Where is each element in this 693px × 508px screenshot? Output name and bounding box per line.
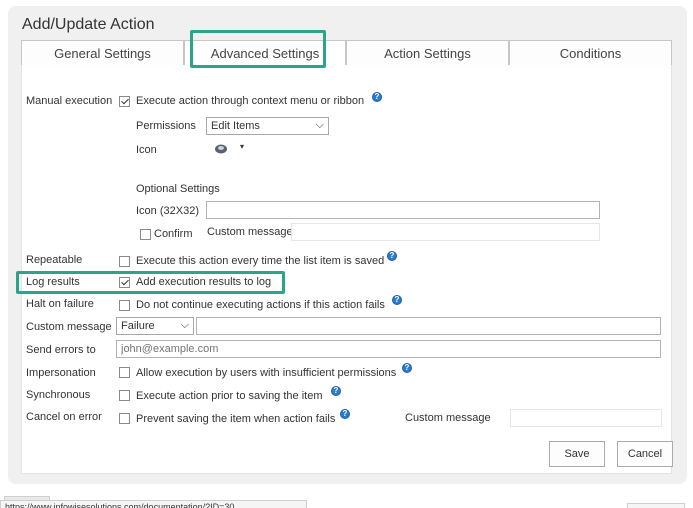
custom-message-label: Custom message (26, 321, 112, 333)
confirm-label: Confirm (154, 228, 193, 240)
add-update-action-dialog: Add/Update Action General Settings Advan… (8, 6, 687, 484)
icon-32-label: Icon (32X32) (136, 205, 199, 217)
tab-action-settings[interactable]: Action Settings (346, 40, 509, 66)
confirm-custom-message-label: Custom message (207, 226, 293, 238)
cancel-on-error-custom-message-label: Custom message (405, 412, 491, 424)
impersonation-label: Impersonation (26, 367, 96, 379)
synchronous-checkbox-label: Execute action prior to saving the item (136, 390, 323, 402)
icon-label: Icon (136, 144, 157, 156)
status-bar-right (627, 503, 685, 508)
halt-on-failure-help-icon[interactable]: ? (392, 295, 402, 305)
halt-on-failure-label: Halt on failure (26, 298, 94, 310)
tab-strip: General Settings Advanced Settings Actio… (21, 40, 672, 66)
advanced-settings-panel: Manual execution Execute action through … (21, 65, 673, 474)
cancel-on-error-custom-message-input[interactable] (510, 409, 662, 427)
send-errors-label: Send errors to (26, 344, 96, 356)
manual-execution-checkbox[interactable] (119, 96, 130, 107)
send-errors-input[interactable] (116, 340, 661, 358)
impersonation-checkbox[interactable] (119, 367, 130, 378)
repeatable-label: Repeatable (26, 254, 83, 266)
cancel-on-error-checkbox-label: Prevent saving the item when action fail… (136, 413, 336, 425)
permissions-value: Edit Items (211, 120, 260, 132)
custom-message-type-value: Failure (121, 320, 155, 332)
repeatable-checkbox-label: Execute this action every time the list … (136, 255, 385, 267)
custom-message-input[interactable] (196, 317, 661, 335)
chevron-down-icon: ⌵ (315, 119, 324, 131)
cancel-on-error-help-icon[interactable]: ? (340, 409, 350, 419)
synchronous-label: Synchronous (26, 389, 91, 401)
manual-execution-checkbox-label: Execute action through context menu or r… (136, 95, 365, 107)
permissions-select[interactable]: Edit Items ⌵ (206, 117, 329, 135)
chevron-down-icon: ⌵ (180, 319, 189, 331)
synchronous-help-icon[interactable]: ? (331, 386, 341, 396)
synchronous-checkbox[interactable] (119, 390, 130, 401)
optional-settings-heading: Optional Settings (136, 183, 220, 195)
custom-message-type-select[interactable]: Failure ⌵ (116, 317, 194, 335)
icon-32-input[interactable] (206, 201, 600, 219)
halt-on-failure-checkbox-label: Do not continue executing actions if thi… (136, 299, 385, 311)
cancel-on-error-checkbox[interactable] (119, 413, 130, 424)
log-results-label: Log results (26, 276, 80, 288)
repeatable-checkbox[interactable] (119, 256, 130, 267)
impersonation-checkbox-label: Allow execution by users with insufficie… (136, 367, 397, 379)
confirm-custom-message-input[interactable] (291, 223, 600, 241)
tab-advanced-settings[interactable]: Advanced Settings (184, 40, 346, 66)
permissions-label: Permissions (136, 120, 196, 132)
manual-execution-label: Manual execution (26, 95, 113, 107)
save-button[interactable]: Save (549, 441, 605, 467)
tab-conditions[interactable]: Conditions (509, 40, 672, 66)
cancel-button[interactable]: Cancel (617, 441, 673, 467)
confirm-checkbox[interactable] (140, 229, 151, 240)
impersonation-help-icon[interactable]: ? (402, 363, 412, 373)
halt-on-failure-checkbox[interactable] (119, 300, 130, 311)
caret-down-icon: ▾ (240, 142, 245, 151)
repeatable-help-icon[interactable]: ? (387, 251, 397, 261)
status-bar-url: https://www.infowisesolutions.com/docume… (0, 500, 307, 508)
log-results-checkbox-label: Add execution results to log (136, 276, 272, 288)
manual-execution-help-icon[interactable]: ? (372, 92, 382, 102)
tab-general-settings[interactable]: General Settings (21, 40, 184, 66)
dialog-title: Add/Update Action (22, 16, 155, 33)
cancel-on-error-label: Cancel on error (26, 411, 102, 423)
log-results-checkbox[interactable] (119, 277, 130, 288)
icon-picker[interactable]: ▾ (206, 138, 250, 160)
